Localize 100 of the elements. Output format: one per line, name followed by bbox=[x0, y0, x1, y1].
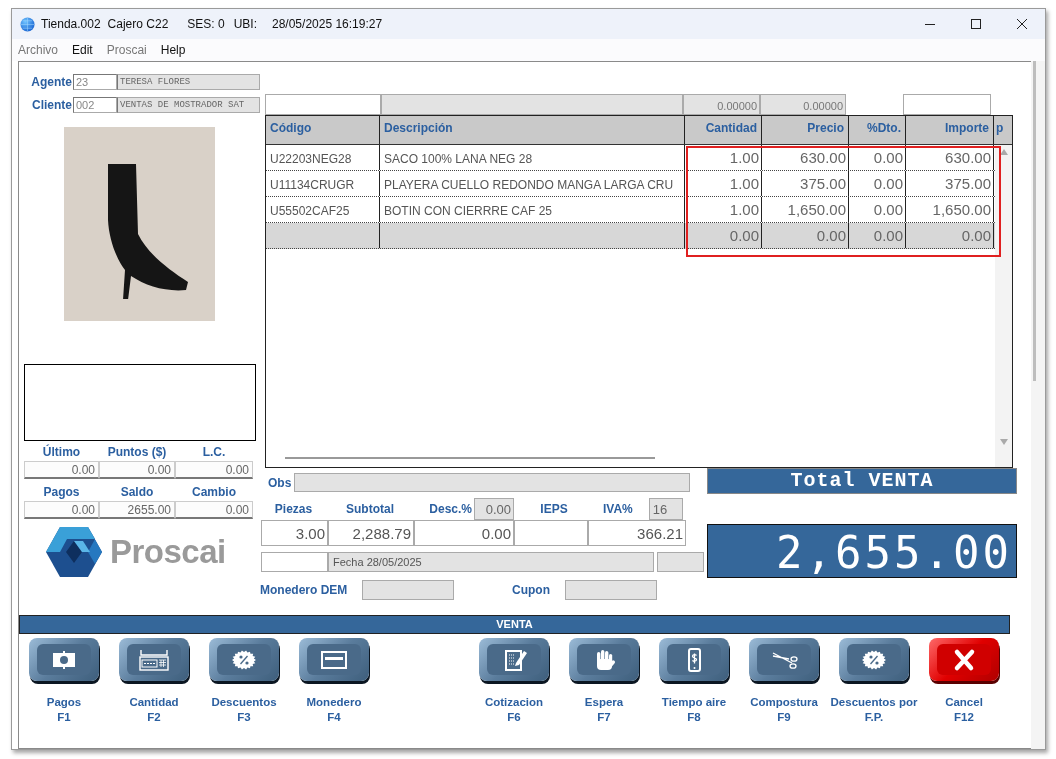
rate-field: 0.00000 bbox=[683, 94, 760, 115]
session-label: SES: 0 bbox=[187, 17, 225, 31]
scrollbar-thumb[interactable] bbox=[1033, 61, 1036, 381]
function-key-button[interactable]: Descuentos por F.P. bbox=[829, 638, 919, 725]
function-key-button[interactable]: Compostura F9 bbox=[739, 638, 829, 725]
menu-item[interactable]: Edit bbox=[72, 43, 93, 57]
table-cell: 0.00 bbox=[906, 223, 994, 248]
input-field[interactable] bbox=[265, 94, 381, 115]
stat-label: Cambio bbox=[191, 484, 237, 501]
scroll-down-icon[interactable] bbox=[999, 439, 1008, 445]
table-row[interactable]: U11134CRUGR PLAYERA CUELLO REDONDO MANGA LARGA CRU 1.00 375.00 0.00 375.00 bbox=[266, 171, 995, 197]
document-pencil-icon bbox=[479, 638, 549, 681]
table-cell: 0.00 bbox=[849, 223, 906, 248]
ieps-label: IEPS bbox=[540, 502, 568, 516]
table-cell: 0.00 bbox=[849, 171, 906, 196]
location-label: UBI: bbox=[233, 17, 257, 31]
discount-rate-field[interactable]: 0.00 bbox=[474, 498, 514, 520]
table-cell: 375.00 bbox=[906, 171, 994, 196]
card-icon bbox=[299, 638, 369, 681]
function-key-button[interactable]: Pagos F1 bbox=[19, 638, 109, 725]
iva-value: 366.21 bbox=[588, 520, 686, 546]
column-header[interactable]: %Dto. bbox=[849, 116, 906, 144]
column-header[interactable]: Código bbox=[266, 116, 380, 144]
table-cell: 1.00 bbox=[685, 197, 762, 222]
cross-icon bbox=[929, 638, 999, 681]
stat-field: 0.00 bbox=[24, 461, 99, 479]
discount-label: Desc.% bbox=[429, 502, 472, 516]
table-cell: 0.00 bbox=[762, 223, 849, 248]
column-header[interactable]: Cantidad bbox=[685, 116, 762, 144]
table-row[interactable]: U22203NEG28 SACO 100% LANA NEG 28 1.00 630.00 0.00 630.00 bbox=[266, 145, 995, 171]
iva-label: IVA% bbox=[603, 502, 633, 516]
stat-label: Pagos bbox=[42, 484, 81, 501]
table-cell: 0.00 bbox=[849, 145, 906, 170]
table-cell: 1.00 bbox=[685, 145, 762, 170]
total-title: Total VENTA bbox=[707, 468, 1017, 494]
banknote-icon bbox=[29, 638, 99, 681]
cube-logo-icon bbox=[46, 527, 102, 577]
agent-label: Agente bbox=[30, 74, 72, 89]
stat-field: 0.00 bbox=[24, 501, 99, 519]
table-row[interactable]: 0.00 0.00 0.00 0.00 bbox=[266, 223, 995, 249]
table-cell: PLAYERA CUELLO REDONDO MANGA LARGA CRU bbox=[380, 171, 685, 196]
input-field bbox=[657, 552, 704, 572]
section-bar: VENTA bbox=[19, 615, 1010, 634]
menu-item[interactable]: Help bbox=[160, 43, 186, 57]
table-cell: 0.00 bbox=[849, 197, 906, 222]
stat-field: 0.00 bbox=[99, 461, 175, 479]
cupon-label: Cupon bbox=[512, 583, 551, 597]
agent-name-field: TERESA FLORES bbox=[117, 73, 260, 90]
monedero-label: Monedero DEM bbox=[260, 583, 349, 597]
subtotal-value: 2,288.79 bbox=[328, 520, 414, 546]
datetime-label: 28/05/2025 16:19:27 bbox=[272, 17, 383, 31]
logo-text: Proscai bbox=[110, 533, 226, 571]
discount-badge-icon bbox=[209, 638, 279, 681]
stat-field: 2655.00 bbox=[99, 501, 175, 519]
function-key-button[interactable]: Cotizacion F6 bbox=[469, 638, 559, 725]
function-key-button[interactable]: Cancel F12 bbox=[919, 638, 1009, 725]
function-key-button[interactable]: Espera F7 bbox=[559, 638, 649, 725]
date-field: Fecha 28/05/2025 bbox=[328, 552, 654, 572]
stat-label: Puntos ($) bbox=[106, 444, 168, 461]
function-key-button[interactable]: Tiempo aire F8 bbox=[649, 638, 739, 725]
function-key-button[interactable]: Cantidad F2 bbox=[109, 638, 199, 725]
cash-register-icon bbox=[119, 638, 189, 681]
function-key-button[interactable]: Monedero F4 bbox=[289, 638, 379, 725]
table-cell: 630.00 bbox=[762, 145, 849, 170]
total-amount: 2,655.00 bbox=[707, 524, 1017, 578]
agent-code-field[interactable]: 23 bbox=[73, 73, 117, 90]
close-icon bbox=[1017, 19, 1027, 29]
monedero-field[interactable] bbox=[362, 580, 454, 600]
table-cell: 0.00 bbox=[685, 223, 762, 248]
obs-field[interactable] bbox=[294, 473, 690, 492]
window-title: Tienda.002 bbox=[41, 17, 101, 31]
function-key-button[interactable]: Descuentos F3 bbox=[199, 638, 289, 725]
table-cell: U11134CRUGR bbox=[266, 171, 380, 196]
cupon-field[interactable] bbox=[565, 580, 657, 600]
subtotal-label: Subtotal bbox=[346, 502, 394, 516]
scrollbar-thumb[interactable] bbox=[285, 457, 655, 459]
iva-rate-field[interactable]: 16 bbox=[648, 498, 683, 520]
client-label: Cliente bbox=[31, 97, 72, 112]
scroll-up-icon[interactable] bbox=[999, 149, 1008, 155]
rate-field: 0.00000 bbox=[760, 94, 846, 115]
table-cell: 630.00 bbox=[906, 145, 994, 170]
column-header[interactable]: Descripción bbox=[380, 116, 685, 144]
cashier-label: Cajero C22 bbox=[107, 17, 169, 31]
maximize-icon bbox=[971, 19, 981, 29]
globe-icon bbox=[20, 16, 35, 32]
column-header[interactable]: p bbox=[994, 116, 1012, 144]
stat-field: 0.00 bbox=[175, 461, 253, 479]
column-header[interactable]: Precio bbox=[762, 116, 849, 144]
pieces-value: 3.00 bbox=[261, 520, 328, 546]
column-header[interactable]: Importe bbox=[906, 116, 994, 144]
stat-label: L.C. bbox=[201, 444, 227, 461]
stat-label: Último bbox=[41, 444, 82, 461]
input-field[interactable] bbox=[261, 552, 328, 572]
table-cell: U22203NEG28 bbox=[266, 145, 380, 170]
obs-label: Obs bbox=[267, 475, 293, 490]
table-cell: 1,650.00 bbox=[906, 197, 994, 222]
table-cell: 375.00 bbox=[762, 171, 849, 196]
table-cell: 1.00 bbox=[685, 171, 762, 196]
input-field[interactable] bbox=[903, 94, 991, 115]
client-code-field[interactable]: 002 bbox=[73, 96, 117, 113]
